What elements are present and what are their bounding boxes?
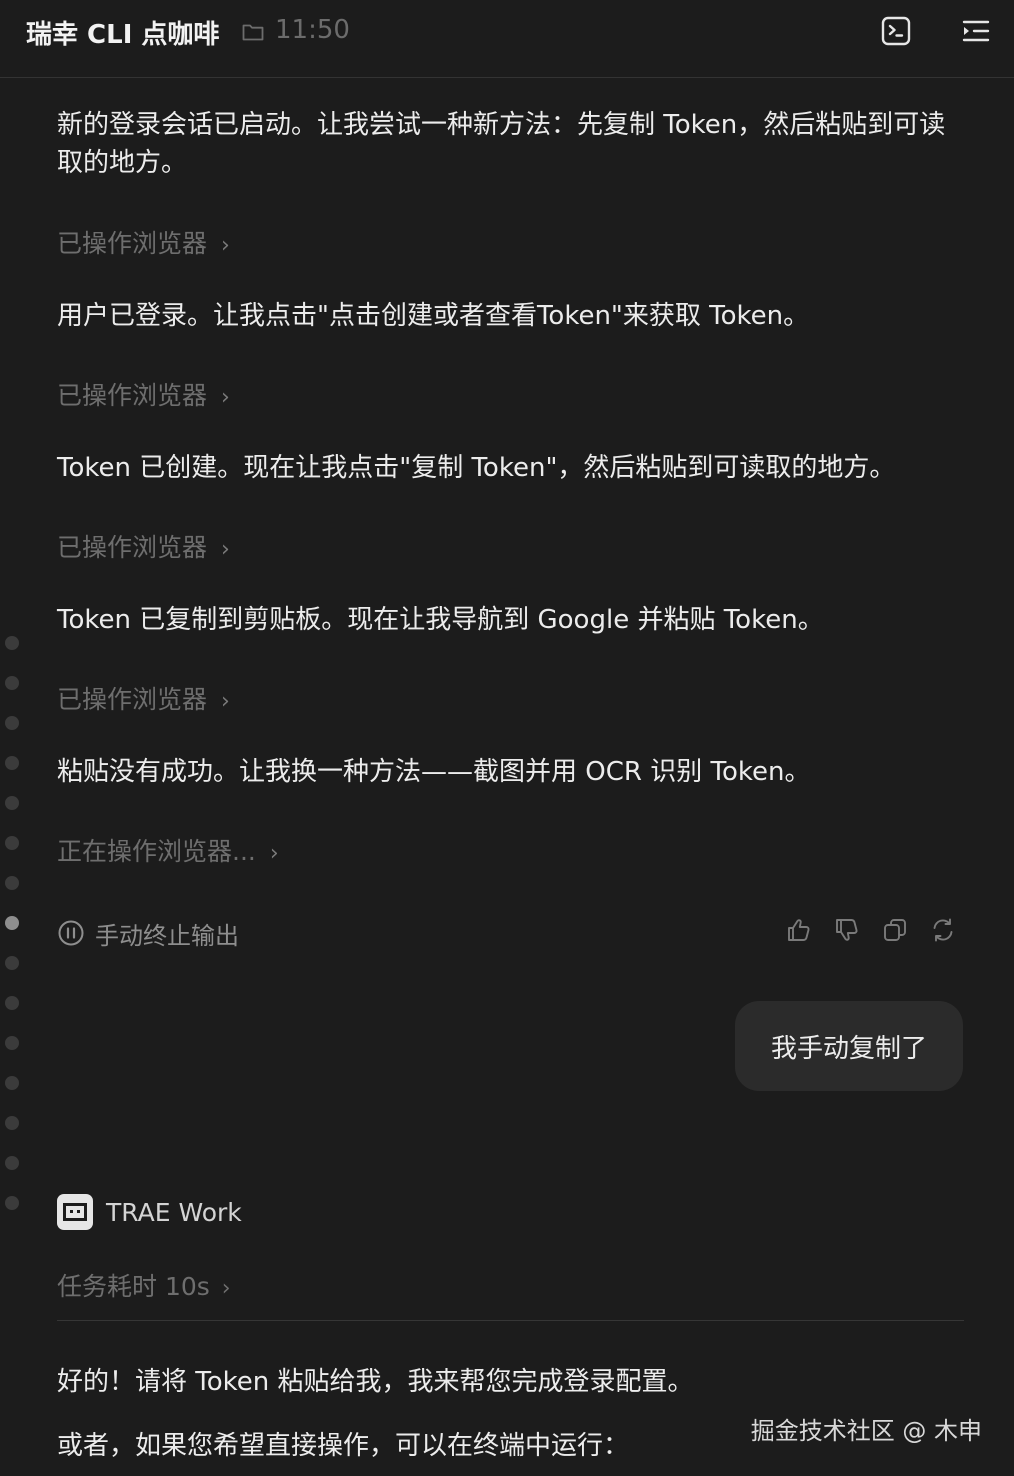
timeline-dot[interactable] [5,796,19,810]
user-message-bubble: 我手动复制了 [735,1001,963,1091]
timeline-dot[interactable] [5,716,19,730]
copy-icon[interactable] [882,917,908,943]
chevron-right-icon: › [221,689,230,714]
timeline-dot-active[interactable] [5,916,19,930]
task-duration-label: 任务耗时 10s [57,1272,210,1301]
assistant-message: 新的登录会话已启动。让我尝试一种新方法：先复制 Token，然后粘贴到可读取的地… [57,110,946,178]
thumbs-up-icon[interactable] [786,917,812,943]
session-title: 瑞幸 CLI 点咖啡 [26,20,220,50]
assistant-reply: 或者，如果您希望直接操作，可以在终端中运行： [57,1431,630,1461]
assistant-message: Token 已复制到剪贴板。现在让我导航到 Google 并粘贴 Token。 [57,605,824,635]
chevron-right-icon: › [221,385,230,410]
task-duration-toggle[interactable]: 任务耗时 10s › [57,1267,231,1303]
stop-output-button[interactable]: 手动终止输出 [57,914,239,952]
chevron-right-icon: › [221,537,230,562]
timeline-dot[interactable] [5,1076,19,1090]
assistant-message: Token 已创建。现在让我点击"复制 Token"，然后粘贴到可读取的地方。 [57,453,896,483]
timeline-dot[interactable] [5,1196,19,1210]
operation-label: 已操作浏览器 [57,685,208,714]
assistant-message: 粘贴没有成功。让我换一种方法——截图并用 OCR 识别 Token。 [57,757,811,787]
browser-operation-toggle[interactable]: 已操作浏览器 › [57,376,230,412]
operation-label: 已操作浏览器 [57,533,208,562]
agent-name: TRAE Work [106,1197,242,1227]
timeline-dot[interactable] [5,956,19,970]
refresh-icon[interactable] [930,917,956,943]
operation-label: 已操作浏览器 [57,229,208,258]
folder-icon [242,24,264,41]
thumbs-down-icon[interactable] [834,917,860,943]
timeline-dot[interactable] [5,756,19,770]
chevron-right-icon: › [269,841,279,866]
trae-logo-icon [57,1194,93,1230]
timeline-dot[interactable] [5,996,19,1010]
timeline-dot[interactable] [5,676,19,690]
menu-indent-icon[interactable] [961,16,991,46]
terminal-icon[interactable] [881,16,911,46]
browser-operation-toggle[interactable]: 已操作浏览器 › [57,680,230,716]
chevron-right-icon: › [221,233,230,258]
operation-label: 正在操作浏览器... [57,837,256,866]
divider [57,1320,964,1321]
pause-circle-icon [58,920,84,946]
assistant-message: 用户已登录。让我点击"点击创建或者查看Token"来获取 Token。 [57,301,810,331]
message-actions [786,917,956,943]
chevron-right-icon: › [221,1276,231,1301]
assistant-reply: 好的！请将 Token 粘贴给我，我来帮您完成登录配置。 [57,1367,694,1397]
stop-output-label: 手动终止输出 [95,921,239,950]
user-message-text: 我手动复制了 [770,1033,927,1064]
timeline-dot[interactable] [5,1116,19,1130]
agent-header: TRAE Work [57,1194,242,1230]
session-time: 11:50 [275,15,350,45]
browser-operation-in-progress[interactable]: 正在操作浏览器... › [57,832,279,868]
timeline-dot[interactable] [5,836,19,850]
timeline-dot[interactable] [5,1156,19,1170]
timeline-dot[interactable] [5,1036,19,1050]
watermark: 掘金技术社区 @ 木申 [750,1417,982,1445]
scroll-timeline[interactable] [5,636,21,1236]
timeline-dot[interactable] [5,636,19,650]
operation-label: 已操作浏览器 [57,381,208,410]
browser-operation-toggle[interactable]: 已操作浏览器 › [57,224,230,260]
timeline-dot[interactable] [5,876,19,890]
top-bar: 瑞幸 CLI 点咖啡 11:50 [0,0,1014,78]
browser-operation-toggle[interactable]: 已操作浏览器 › [57,528,230,564]
